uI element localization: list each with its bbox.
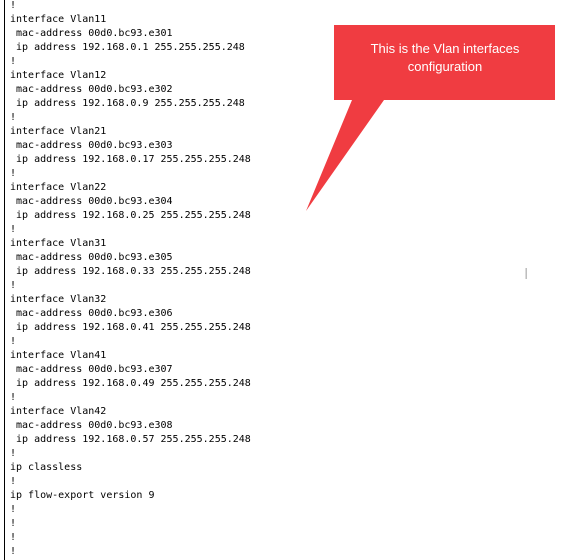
running-config-text[interactable]: ! interface Vlan11 mac-address 00d0.bc93.… [10, 0, 251, 559]
config-line: mac-address 00d0.bc93.e302 [10, 84, 173, 95]
config-line: mac-address 00d0.bc93.e307 [10, 364, 173, 375]
config-line: ! [10, 336, 17, 347]
config-line: interface Vlan32 [10, 294, 107, 305]
config-line: mac-address 00d0.bc93.e301 [10, 28, 173, 39]
config-line: ip address 192.168.0.57 255.255.255.248 [10, 434, 251, 445]
config-line: interface Vlan11 [10, 14, 107, 25]
config-line: ! [10, 168, 17, 179]
config-line: ! [10, 448, 17, 459]
config-line: mac-address 00d0.bc93.e306 [10, 308, 173, 319]
config-view: ! interface Vlan11 mac-address 00d0.bc93.… [0, 0, 581, 560]
config-line: ip address 192.168.0.17 255.255.255.248 [10, 154, 251, 165]
config-line: mac-address 00d0.bc93.e303 [10, 140, 173, 151]
config-line: ! [10, 56, 17, 67]
config-line: interface Vlan41 [10, 350, 107, 361]
config-line: mac-address 00d0.bc93.e304 [10, 196, 173, 207]
config-line: ip address 192.168.0.9 255.255.255.248 [10, 98, 245, 109]
config-line: ! [10, 546, 17, 557]
config-line: ! [10, 112, 17, 123]
config-line: mac-address 00d0.bc93.e308 [10, 420, 173, 431]
text-cursor-icon: I [524, 265, 529, 283]
config-line: ! [10, 280, 17, 291]
config-line: ip address 192.168.0.49 255.255.255.248 [10, 378, 251, 389]
config-line: ! [10, 0, 17, 11]
config-line: ! [10, 392, 17, 403]
left-border [4, 0, 5, 560]
callout-text: This is the Vlan interfaces configuratio… [336, 40, 554, 76]
config-line: ip flow-export version 9 [10, 490, 155, 501]
callout-text-line1: This is the Vlan interfaces [370, 41, 520, 56]
config-line: interface Vlan12 [10, 70, 107, 81]
config-line: ! [10, 532, 17, 543]
config-line: ip address 192.168.0.33 255.255.255.248 [10, 266, 251, 277]
config-line: ip address 192.168.0.41 255.255.255.248 [10, 322, 251, 333]
config-line: ! [10, 518, 17, 529]
config-line: ip address 192.168.0.1 255.255.255.248 [10, 42, 245, 53]
config-line: interface Vlan22 [10, 182, 107, 193]
callout-text-line2: configuration [407, 59, 483, 74]
config-line: ! [10, 476, 17, 487]
config-line: ! [10, 504, 17, 515]
config-line: ip classless [10, 462, 83, 473]
config-line: interface Vlan21 [10, 126, 107, 137]
config-line: interface Vlan42 [10, 406, 107, 417]
config-line: ! [10, 224, 17, 235]
config-line: interface Vlan31 [10, 238, 107, 249]
config-line: mac-address 00d0.bc93.e305 [10, 252, 173, 263]
config-line: ip address 192.168.0.25 255.255.255.248 [10, 210, 251, 221]
